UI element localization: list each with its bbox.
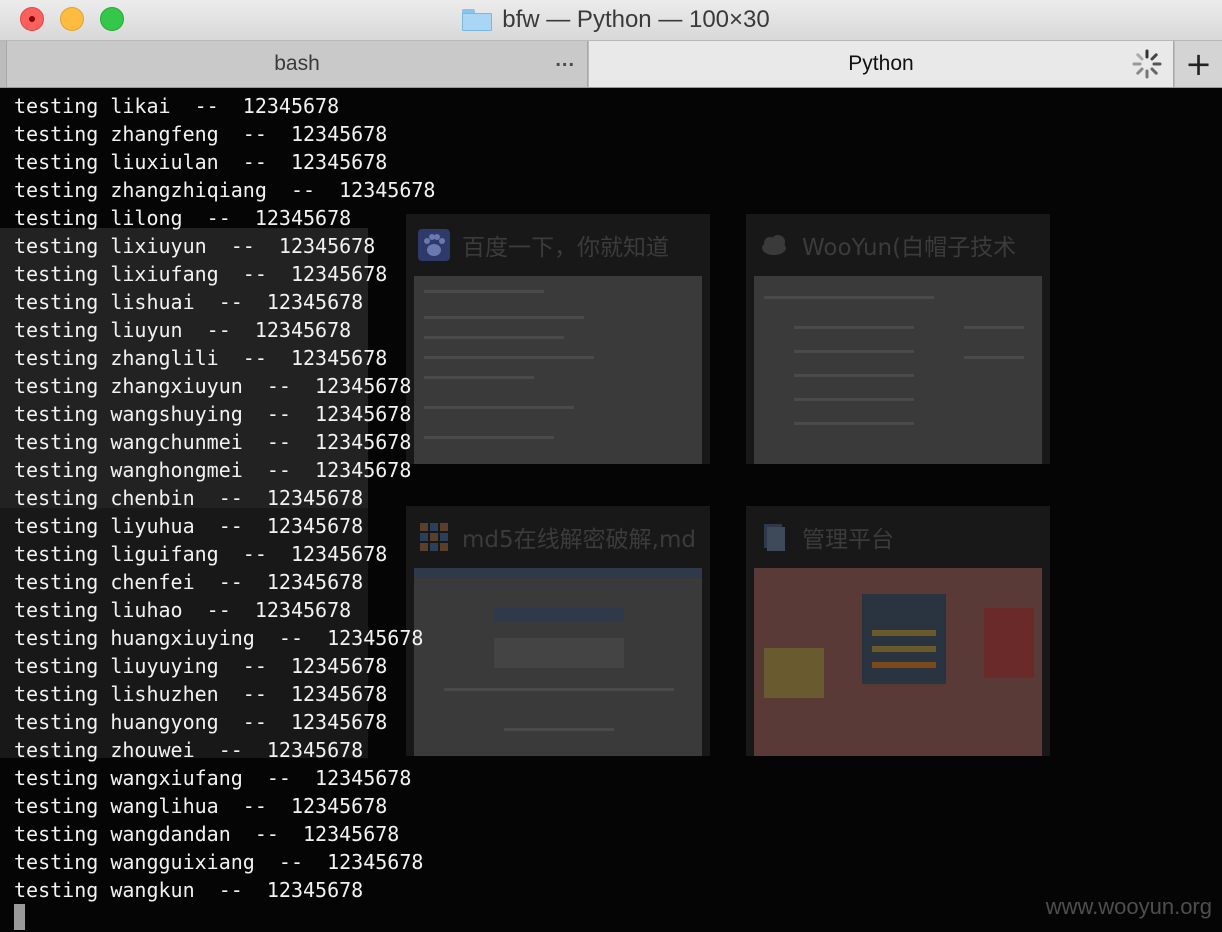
tile-title: 百度一下，你就知道 [462, 235, 669, 261]
terminal-output[interactable]: 百度一下，你就知道 WooYun(白帽子技术 md5在线解密破解,md 管理平台… [0, 88, 1222, 932]
tile-title: md5在线解密破解,md [462, 527, 696, 553]
backdrop-tile: WooYun(白帽子技术 [746, 214, 1050, 464]
terminal-line: testing zhangxiuyun -- 12345678 [14, 374, 412, 398]
terminal-window: bfw — Python — 100×30 bash ... Python + … [0, 0, 1222, 932]
terminal-line: testing liguifang -- 12345678 [14, 542, 388, 566]
terminal-line: testing liyuhua -- 12345678 [14, 514, 364, 538]
terminal-line: testing wangguixiang -- 12345678 [14, 850, 424, 874]
terminal-line: testing zhangfeng -- 12345678 [14, 122, 388, 146]
tab-bar: bash ... Python + [0, 41, 1222, 88]
watermark: www.wooyun.org [1045, 894, 1212, 919]
terminal-line: testing liuyuying -- 12345678 [14, 654, 388, 678]
terminal-line: testing chenfei -- 12345678 [14, 570, 364, 594]
terminal-line: testing wangdandan -- 12345678 [14, 822, 400, 846]
terminal-line: testing lishuzhen -- 12345678 [14, 682, 388, 706]
terminal-line: testing lishuai -- 12345678 [14, 290, 364, 314]
tab-label: Python [848, 52, 914, 75]
terminal-line: testing wanghongmei -- 12345678 [14, 458, 412, 482]
tab-label: bash [274, 52, 320, 75]
window-title-group: bfw — Python — 100×30 [0, 0, 1222, 40]
terminal-line: testing huangxiuying -- 12345678 [14, 626, 424, 650]
wooyun-cloud-icon [762, 235, 786, 255]
terminal-line: testing zhanglili -- 12345678 [14, 346, 388, 370]
terminal-line: testing chenbin -- 12345678 [14, 486, 364, 510]
terminal-line: testing zhouwei -- 12345678 [14, 738, 364, 762]
terminal-line: testing liuxiulan -- 12345678 [14, 150, 388, 174]
terminal-line: testing likai -- 12345678 [14, 94, 340, 118]
tile-thumbnail [414, 276, 702, 464]
terminal-line: testing liuhao -- 12345678 [14, 598, 352, 622]
terminal-line: testing huangyong -- 12345678 [14, 710, 388, 734]
terminal-line: testing liuyun -- 12345678 [14, 318, 352, 342]
backdrop-tile: 管理平台 [746, 506, 1050, 756]
terminal-line: testing lixiuyun -- 12345678 [14, 234, 376, 258]
plus-icon: + [1185, 45, 1212, 83]
terminal-line: testing wangchunmei -- 12345678 [14, 430, 412, 454]
terminal-line: testing zhangzhiqiang -- 12345678 [14, 178, 436, 202]
tile-thumbnail [754, 568, 1042, 756]
terminal-line: testing lixiufang -- 12345678 [14, 262, 388, 286]
terminal-lines: testing likai -- 12345678 testing zhangfe… [14, 92, 435, 904]
tile-thumbnail [754, 276, 1042, 464]
backdrop-tile: md5在线解密破解,md [406, 506, 710, 756]
tile-title: 管理平台 [802, 527, 894, 553]
activity-spinner-icon [1132, 49, 1162, 79]
terminal-line: testing wanglihua -- 12345678 [14, 794, 388, 818]
terminal-line: testing lilong -- 12345678 [14, 206, 352, 230]
tile-thumbnail [414, 568, 702, 756]
tab-python[interactable]: Python [589, 41, 1174, 87]
tab-more-icon[interactable]: ... [555, 49, 575, 72]
new-tab-button[interactable]: + [1175, 41, 1222, 87]
document-icon [764, 524, 785, 551]
tile-title: WooYun(白帽子技术 [802, 235, 1017, 261]
backdrop-tile: 百度一下，你就知道 [406, 214, 710, 464]
title-bar[interactable]: bfw — Python — 100×30 [0, 0, 1222, 41]
tab-bash[interactable]: bash ... [6, 41, 588, 87]
terminal-line: testing wangshuying -- 12345678 [14, 402, 412, 426]
terminal-line: testing wangkun -- 12345678 [14, 878, 364, 902]
terminal-cursor [14, 904, 25, 930]
terminal-line: testing wangxiufang -- 12345678 [14, 766, 412, 790]
folder-icon [462, 9, 493, 31]
window-title: bfw — Python — 100×30 [502, 6, 770, 33]
